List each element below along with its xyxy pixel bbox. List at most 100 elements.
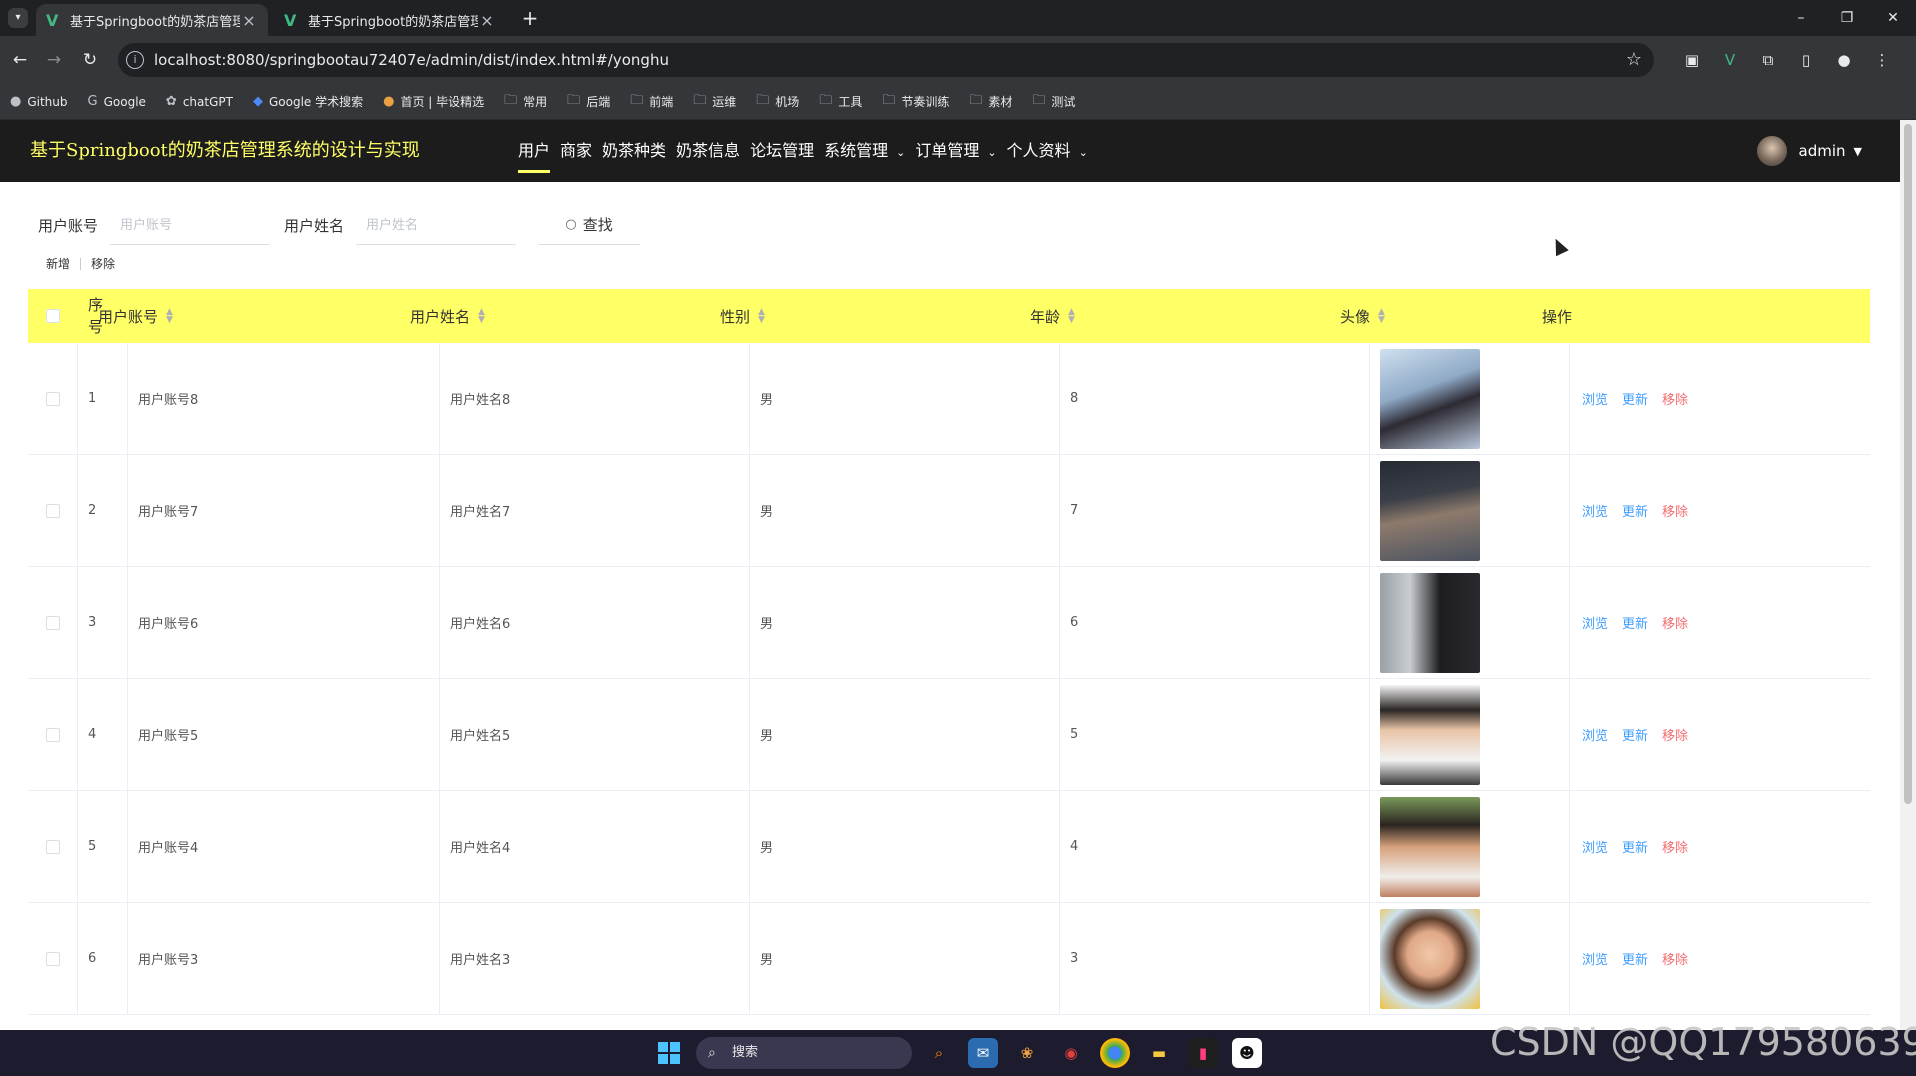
user-avatar-image[interactable] bbox=[1380, 908, 1480, 1009]
sort-icon[interactable]: ▲ ▼ bbox=[1068, 308, 1075, 325]
chrome-icon[interactable] bbox=[1100, 1038, 1130, 1068]
user-avatar-image[interactable] bbox=[1380, 572, 1480, 673]
menu-item-orders[interactable]: 订单管理 ⌄ bbox=[915, 120, 996, 182]
remove-row-button[interactable]: 移除 bbox=[1662, 837, 1688, 856]
menu-item-forum[interactable]: 论坛管理 bbox=[750, 120, 814, 182]
bookmark-folder[interactable]: 🗀 后端 bbox=[567, 91, 610, 113]
add-button[interactable]: 新增 bbox=[46, 255, 70, 272]
row-checkbox[interactable] bbox=[45, 727, 60, 742]
row-checkbox[interactable] bbox=[45, 951, 60, 966]
row-checkbox[interactable] bbox=[45, 839, 60, 854]
update-button[interactable]: 更新 bbox=[1622, 501, 1648, 520]
minimize-icon[interactable]: – bbox=[1778, 0, 1824, 36]
bookmark-chatgpt[interactable]: ✿ chatGPT bbox=[166, 94, 233, 109]
search-app-icon[interactable]: ⌕ bbox=[924, 1038, 954, 1068]
restore-icon[interactable]: ❐ bbox=[1824, 0, 1870, 36]
remove-button[interactable]: 移除 bbox=[91, 255, 115, 272]
header-sex[interactable]: 性别 ▲ ▼ bbox=[710, 289, 1020, 343]
update-button[interactable]: 更新 bbox=[1622, 837, 1648, 856]
menu-item-tea-category[interactable]: 奶茶种类 bbox=[602, 120, 666, 182]
update-button[interactable]: 更新 bbox=[1622, 389, 1648, 408]
search-button[interactable]: ○ 查找 bbox=[538, 205, 641, 245]
vue-devtools-icon[interactable]: V bbox=[1720, 48, 1740, 72]
bookmark-scholar[interactable]: ◆ Google 学术搜索 bbox=[253, 93, 363, 110]
name-search-input[interactable] bbox=[356, 205, 517, 245]
header-avatar[interactable]: 头像 ▲ ▼ bbox=[1330, 289, 1530, 343]
page-scrollbar[interactable] bbox=[1900, 120, 1916, 1030]
remove-row-button[interactable]: 移除 bbox=[1662, 949, 1688, 968]
update-button[interactable]: 更新 bbox=[1622, 725, 1648, 744]
forward-icon[interactable]: → bbox=[42, 48, 66, 72]
bookmark-folder[interactable]: 🗀 前端 bbox=[630, 91, 673, 113]
mail-app-icon[interactable]: ✉ bbox=[968, 1038, 998, 1068]
ide-app-icon[interactable]: ▮ bbox=[1188, 1038, 1218, 1068]
view-button[interactable]: 浏览 bbox=[1582, 501, 1608, 520]
bookmark-google[interactable]: G Google bbox=[88, 94, 146, 109]
remove-row-button[interactable]: 移除 bbox=[1662, 389, 1688, 408]
remove-row-button[interactable]: 移除 bbox=[1662, 613, 1688, 632]
tab-search-button[interactable]: ▾ bbox=[8, 8, 28, 28]
user-avatar-image[interactable] bbox=[1380, 796, 1480, 897]
view-button[interactable]: 浏览 bbox=[1582, 389, 1608, 408]
view-button[interactable]: 浏览 bbox=[1582, 837, 1608, 856]
reload-icon[interactable]: ↻ bbox=[78, 48, 102, 72]
update-button[interactable]: 更新 bbox=[1622, 949, 1648, 968]
user-avatar-image[interactable] bbox=[1380, 684, 1480, 785]
close-window-icon[interactable]: ✕ bbox=[1870, 0, 1916, 36]
bookmark-folder[interactable]: 🗀 运维 bbox=[693, 91, 736, 113]
windows-start-icon[interactable] bbox=[658, 1042, 680, 1064]
paw-app-icon[interactable]: ❀ bbox=[1012, 1038, 1042, 1068]
profile-icon[interactable]: ● bbox=[1834, 48, 1854, 72]
back-icon[interactable]: ← bbox=[8, 48, 32, 72]
extension-icon[interactable]: ▣ bbox=[1682, 48, 1702, 72]
sort-icon[interactable]: ▲ ▼ bbox=[478, 308, 485, 325]
bookmark-folder[interactable]: 🗀 素材 bbox=[969, 91, 1012, 113]
menu-item-tea-info[interactable]: 奶茶信息 bbox=[676, 120, 740, 182]
sort-icon[interactable]: ▲ ▼ bbox=[1378, 308, 1385, 325]
user-avatar-image[interactable] bbox=[1380, 460, 1480, 561]
view-button[interactable]: 浏览 bbox=[1582, 613, 1608, 632]
remove-row-button[interactable]: 移除 bbox=[1662, 501, 1688, 520]
bookmark-folder[interactable]: 🗀 常用 bbox=[504, 91, 547, 113]
scrollbar-thumb[interactable] bbox=[1904, 124, 1912, 804]
menu-item-system[interactable]: 系统管理 ⌄ bbox=[824, 120, 905, 182]
menu-item-profile[interactable]: 个人资料 ⌄ bbox=[1007, 120, 1088, 182]
sidepanel-icon[interactable]: ▯ bbox=[1796, 48, 1816, 72]
sort-icon[interactable]: ▲ ▼ bbox=[166, 308, 173, 325]
new-tab-button[interactable]: + bbox=[518, 6, 542, 30]
bookmark-folder[interactable]: 🗀 测试 bbox=[1032, 91, 1075, 113]
browser-tab-1[interactable]: V 基于Springboot的奶茶店管理 × bbox=[36, 4, 268, 36]
view-button[interactable]: 浏览 bbox=[1582, 949, 1608, 968]
swirl-app-icon[interactable]: ◉ bbox=[1056, 1038, 1086, 1068]
bookmark-star-icon[interactable]: ☆ bbox=[1626, 43, 1642, 77]
row-checkbox[interactable] bbox=[45, 615, 60, 630]
header-age[interactable]: 年龄 ▲ ▼ bbox=[1020, 289, 1330, 343]
menu-item-merchant[interactable]: 商家 bbox=[560, 120, 592, 182]
url-text[interactable]: localhost:8080/springbootau72407e/admin/… bbox=[154, 43, 669, 77]
puzzle-icon[interactable]: ⧉ bbox=[1758, 48, 1778, 72]
file-explorer-icon[interactable]: ▬ bbox=[1144, 1038, 1174, 1068]
bookmark-github[interactable]: ● Github bbox=[10, 94, 68, 109]
site-info-icon[interactable]: i bbox=[126, 51, 144, 69]
menu-item-user[interactable]: 用户 bbox=[518, 120, 551, 182]
sort-icon[interactable]: ▲ ▼ bbox=[758, 308, 765, 325]
browser-tab-2[interactable]: V 基于Springboot的奶茶店管理 × bbox=[274, 4, 506, 36]
close-icon[interactable]: × bbox=[240, 11, 258, 30]
header-name[interactable]: 用户姓名 ▲ ▼ bbox=[400, 289, 710, 343]
row-checkbox[interactable] bbox=[45, 503, 60, 518]
close-icon[interactable]: × bbox=[478, 11, 496, 30]
view-button[interactable]: 浏览 bbox=[1582, 725, 1608, 744]
qq-app-icon[interactable]: ☻ bbox=[1232, 1038, 1262, 1068]
remove-row-button[interactable]: 移除 bbox=[1662, 725, 1688, 744]
account-search-input[interactable] bbox=[110, 205, 271, 245]
header-account[interactable]: 用户账号 ▲ ▼ bbox=[88, 289, 400, 343]
user-avatar-image[interactable] bbox=[1380, 348, 1480, 449]
bookmark-folder[interactable]: 🗀 机场 bbox=[756, 91, 799, 113]
bookmark-folder[interactable]: 🗀 节奏训练 bbox=[882, 91, 949, 113]
more-menu-icon[interactable]: ⋮ bbox=[1872, 48, 1892, 72]
bookmark-homepage[interactable]: ● 首页 | 毕设精选 bbox=[383, 93, 484, 110]
taskbar-search[interactable]: ⌕ 搜索 bbox=[696, 1037, 912, 1069]
row-checkbox[interactable] bbox=[45, 391, 60, 406]
address-bar[interactable]: i localhost:8080/springbootau72407e/admi… bbox=[118, 43, 1654, 77]
bookmark-folder[interactable]: 🗀 工具 bbox=[819, 91, 862, 113]
